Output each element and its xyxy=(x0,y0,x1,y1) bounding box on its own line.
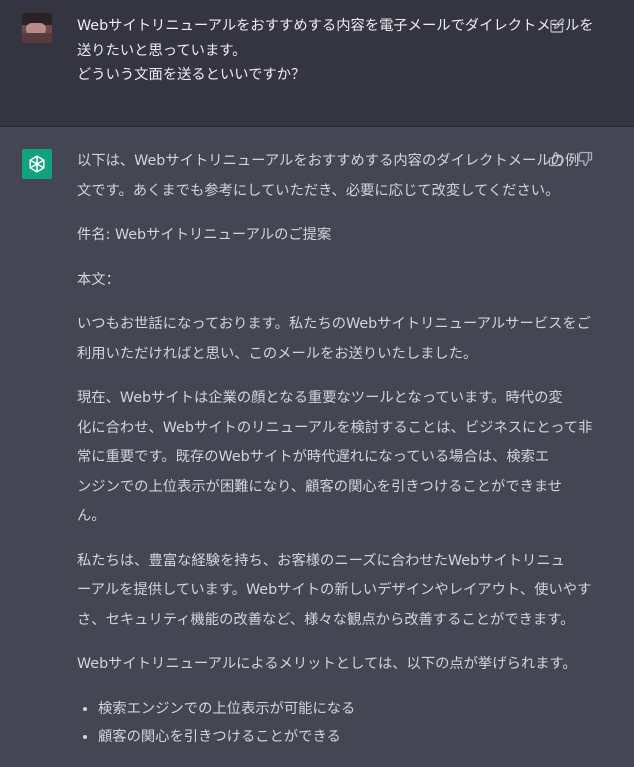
user-line: どういう文面を送るといいですか？ xyxy=(77,67,306,83)
body-label: 本文： xyxy=(77,266,539,296)
assistant-message: 以下は、Webサイトリニューアルをおすすめする内容のダイレクトメールの例 文です… xyxy=(0,127,634,767)
text-line: いつもお世話になっております。私たちのWebサイトリニューアルサービスをご xyxy=(77,316,591,332)
text-line: さ、セキュリティ機能の改善など、様々な観点から改善することができます。 xyxy=(77,611,575,628)
list-item: 顧客の関心を引きつけることができる xyxy=(77,723,539,751)
merits-intro: Webサイトリニューアルによるメリットとしては、以下の点が挙げられます。 xyxy=(77,650,577,680)
text-line: ーアルを提供しています。Webサイトの新しいデザインやレイアウト、使いやす xyxy=(77,582,592,598)
openai-logo-icon xyxy=(22,149,52,179)
text-line: 現在、Webサイトは企業の顔となる重要なツールとなっています。時代の変 xyxy=(77,390,563,406)
text-line: 化に合わせ、Webサイトのリニューアルを検討することは、ビジネスにとって非 xyxy=(77,419,593,436)
text-line: 常に重要です。既存のWebサイトが時代遅れになっている場合は、検索エ xyxy=(77,449,550,465)
user-line: 送りたいと思っています。 xyxy=(77,42,247,59)
paragraph-services: 私たちは、豊富な経験を持ち、お客様のニーズに合わせたWebサイトリニュ ーアルを… xyxy=(77,547,592,636)
list-item: 検索エンジンでの上位表示が可能になる xyxy=(77,695,539,723)
text-line: ん。 xyxy=(77,508,106,524)
assistant-message-text: 以下は、Webサイトリニューアルをおすすめする内容のダイレクトメールの例 文です… xyxy=(77,147,593,751)
paragraph-current-state: 現在、Webサイトは企業の顔となる重要なツールとなっています。時代の変 化に合わ… xyxy=(77,384,593,532)
user-line: Webサイトリニューアルをおすすめする内容を電子メールでダイレクトメールを xyxy=(77,18,594,34)
edit-icon[interactable] xyxy=(549,18,565,34)
text-line: 件名: Webサイトリニューアルのご提案 xyxy=(77,227,332,243)
text-line: 利用いただければと思い、このメールをお送りいたしました。 xyxy=(77,345,478,362)
text-line: 私たちは、豊富な経験を持ち、お客様のニーズに合わせたWebサイトリニュ xyxy=(77,552,565,569)
thumbs-down-icon[interactable] xyxy=(577,151,593,167)
intro-paragraph: 以下は、Webサイトリニューアルをおすすめする内容のダイレクトメールの例 文です… xyxy=(77,147,580,206)
user-avatar xyxy=(22,13,52,43)
text-line: ンジンでの上位表示が困難になり、顧客の関心を引きつけることができませ xyxy=(77,478,563,495)
text-line: Webサイトリニューアルによるメリットとしては、以下の点が挙げられます。 xyxy=(77,656,577,672)
text-line: 本文： xyxy=(77,271,120,288)
user-message: Webサイトリニューアルをおすすめする内容を電子メールでダイレクトメールを 送り… xyxy=(0,0,634,127)
text-line: 以下は、Webサイトリニューアルをおすすめする内容のダイレクトメールの例 xyxy=(77,153,580,169)
greeting-paragraph: いつもお世話になっております。私たちのWebサイトリニューアルサービスをご 利用… xyxy=(77,310,591,369)
subject-line: 件名: Webサイトリニューアルのご提案 xyxy=(77,221,539,251)
text-line: 文です。あくまでも参考にしていただき、必要に応じて改変してください。 xyxy=(77,182,560,199)
user-message-text: Webサイトリニューアルをおすすめする内容を電子メールでダイレクトメールを 送り… xyxy=(77,14,594,88)
merits-list: 検索エンジンでの上位表示が可能になる 顧客の関心を引きつけることができる xyxy=(77,695,539,751)
